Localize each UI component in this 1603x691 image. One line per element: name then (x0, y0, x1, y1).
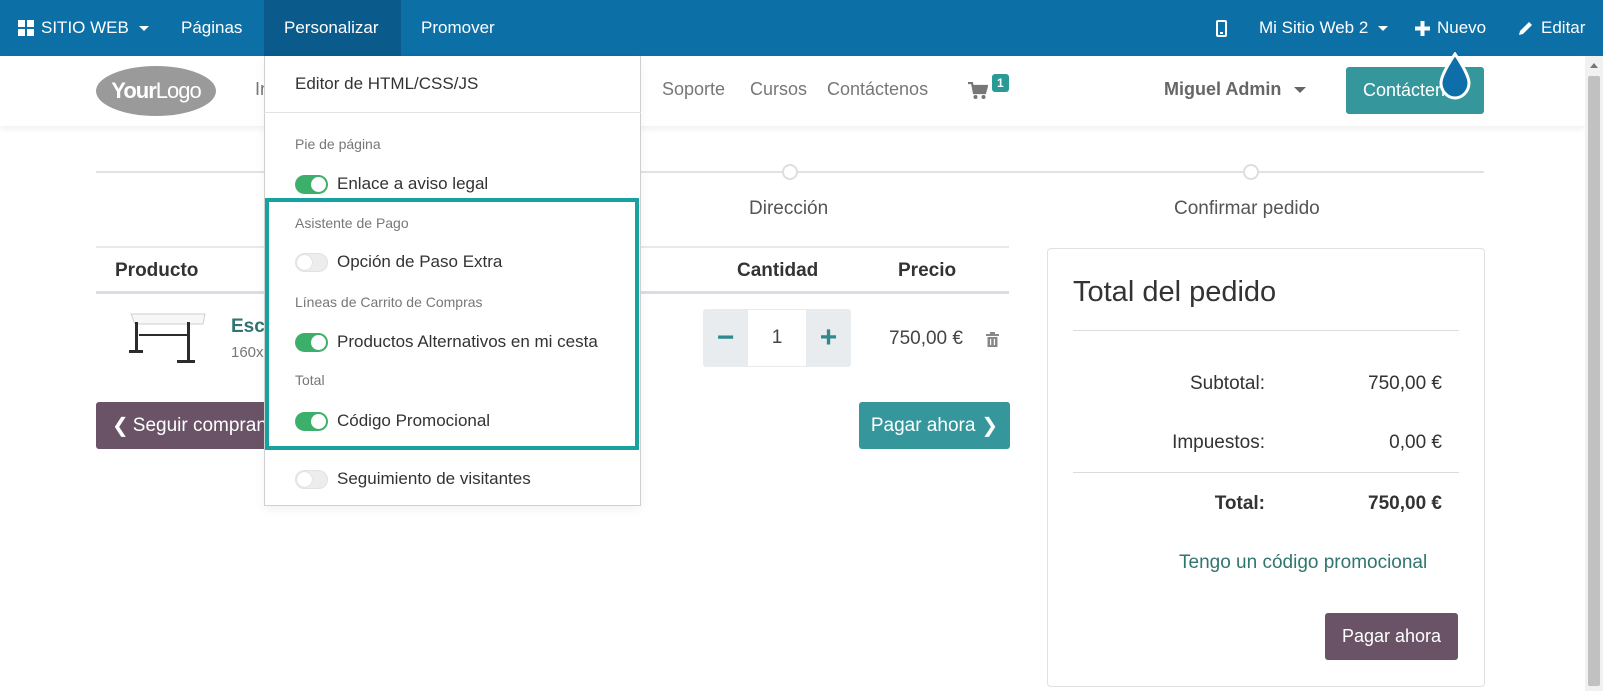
promo-code-link[interactable]: Tengo un código promocional (1179, 552, 1427, 574)
continue-shopping-label: Seguir comprando (132, 414, 276, 436)
customize-menu-label: Personalizar (284, 18, 379, 37)
plus-icon (1415, 20, 1430, 36)
trash-icon[interactable] (986, 332, 999, 347)
taxes-label: Impuestos: (1172, 432, 1265, 453)
chevron-down-icon (1294, 86, 1307, 93)
pay-now-summary-button[interactable]: Pagar ahora (1325, 613, 1458, 660)
increase-quantity-button[interactable]: + (806, 309, 851, 367)
decrease-quantity-button[interactable]: − (703, 309, 748, 367)
product-description: 160x (231, 344, 264, 361)
chevron-right-icon: ❯ (981, 415, 999, 437)
website-selector-label: Mi Sitio Web 2 (1259, 18, 1369, 37)
website-selector[interactable]: Mi Sitio Web 2 (1259, 0, 1389, 56)
logo-text-light: Logo (155, 78, 202, 103)
scroll-up-arrow-icon[interactable] (1590, 63, 1598, 68)
chevron-down-icon (138, 25, 149, 31)
edit-button-label: Editar (1541, 18, 1586, 37)
user-menu[interactable]: Miguel Admin (1164, 79, 1307, 100)
user-name: Miguel Admin (1164, 79, 1282, 99)
admin-navbar: SITIO WEB Páginas Personalizar Promover … (0, 0, 1603, 56)
pay-now-summary-label: Pagar ahora (1341, 626, 1442, 646)
column-header-price: Precio (898, 260, 957, 281)
quantity-input[interactable]: 1 (748, 309, 806, 367)
new-button-label: Nuevo (1437, 18, 1487, 37)
cart-icon[interactable] (968, 82, 988, 100)
step-label-address: Dirección (749, 198, 829, 219)
mobile-icon (1216, 19, 1227, 37)
app-menu-button[interactable]: SITIO WEB (18, 0, 149, 56)
total-value: 750,00 € (1368, 493, 1442, 514)
legal-link-toggle-item[interactable]: Enlace a aviso legal (295, 174, 488, 194)
nav-link-support[interactable]: Soporte (662, 79, 725, 100)
visitor-tracking-toggle-item[interactable]: Seguimiento de visitantes (295, 469, 531, 489)
theme-drop-icon[interactable] (1438, 52, 1472, 102)
subtotal-value: 750,00 € (1368, 373, 1442, 394)
legal-link-label: Enlace a aviso legal (337, 174, 489, 193)
product-image[interactable] (127, 312, 209, 366)
nav-link-courses[interactable]: Cursos (750, 79, 807, 100)
logo-text-bold: Your (111, 78, 156, 103)
column-header-product: Producto (115, 260, 199, 281)
pay-now-button[interactable]: Pagar ahora ❯ (859, 402, 1010, 449)
apps-grid-icon (18, 20, 34, 36)
promote-menu[interactable]: Promover (401, 0, 515, 56)
plus-icon: + (819, 321, 838, 354)
visitor-tracking-label: Seguimiento de visitantes (337, 469, 531, 488)
highlight-frame (265, 198, 639, 450)
column-header-quantity: Cantidad (737, 260, 819, 281)
toggle-switch[interactable] (295, 174, 328, 194)
order-summary-title: Total del pedido (1073, 276, 1277, 308)
pay-now-label: Pagar ahora (870, 414, 976, 436)
chevron-left-icon: ❮ (112, 415, 129, 437)
html-css-js-editor-item[interactable]: Editor de HTML/CSS/JS (295, 74, 478, 94)
nav-link-contact[interactable]: Contáctenos (827, 79, 928, 100)
pages-menu[interactable]: Páginas (161, 0, 262, 56)
quantity-stepper: − 1 + (703, 309, 851, 367)
cart-count-badge: 1 (992, 74, 1009, 92)
continue-shopping-button[interactable]: ❮ Seguir comprando (96, 402, 276, 449)
product-name-link[interactable]: Esc (231, 316, 265, 338)
pencil-icon (1519, 22, 1532, 35)
new-button[interactable]: Nuevo (1415, 0, 1486, 56)
summary-divider (1073, 472, 1459, 473)
summary-divider (1073, 330, 1459, 331)
total-label: Total: (1214, 493, 1265, 514)
step-dot-address (782, 164, 798, 180)
toggle-switch[interactable] (295, 469, 328, 489)
mobile-preview-button[interactable] (1216, 0, 1227, 56)
step-dot-confirm (1243, 164, 1259, 180)
taxes-value: 0,00 € (1389, 432, 1442, 453)
edit-button[interactable]: Editar (1518, 0, 1585, 56)
dropdown-divider (264, 112, 641, 113)
app-menu-label: SITIO WEB (41, 18, 129, 37)
pages-menu-label: Páginas (181, 18, 243, 37)
step-label-confirm: Confirmar pedido (1174, 198, 1320, 219)
site-logo[interactable]: Your Logo (96, 66, 216, 116)
promote-menu-label: Promover (421, 18, 495, 37)
line-price: 750,00 € (889, 328, 963, 349)
minus-icon: − (716, 321, 735, 354)
chevron-down-icon (1378, 25, 1389, 31)
scrollbar-thumb[interactable] (1588, 76, 1600, 686)
subtotal-label: Subtotal: (1190, 373, 1265, 394)
footer-section-header: Pie de página (295, 136, 381, 152)
customize-menu[interactable]: Personalizar (264, 0, 401, 56)
